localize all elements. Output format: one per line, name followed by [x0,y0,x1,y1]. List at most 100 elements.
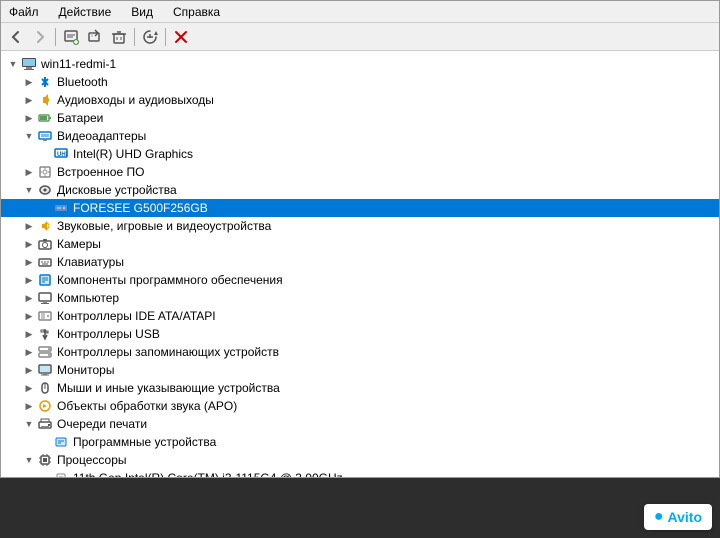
expander-firmware[interactable]: ▶ [21,164,37,180]
tree-label-intel-uhd: Intel(R) UHD Graphics [73,147,193,161]
expander-bluetooth[interactable]: ▶ [21,74,37,90]
tree-item-software-comp[interactable]: ▶ Компоненты программного обеспечения [1,271,719,289]
keyboard-icon [37,254,53,270]
menu-file[interactable]: Файл [5,4,43,20]
content-area: ▼ win11-redmi-1 ▶ [1,51,719,477]
tree-item-keyboard[interactable]: ▶ Клавиатуры [1,253,719,271]
tree-item-print-queue[interactable]: ▼ Очереди печати [1,415,719,433]
tree-label-usb: Контроллеры USB [57,327,160,341]
expander-root[interactable]: ▼ [5,56,21,72]
intel-uhd-icon: UHD [53,146,69,162]
expander-computer[interactable]: ▶ [21,290,37,306]
audio-obj-icon [37,398,53,414]
expander-sound[interactable]: ▶ [21,218,37,234]
expander-usb[interactable]: ▶ [21,326,37,342]
cpu1-icon [53,470,69,477]
print-queue-icon [37,416,53,432]
audio-icon [37,92,53,108]
tree-item-ide[interactable]: ▶ Контроллеры IDE ATA/ATAPI [1,307,719,325]
expander-cameras[interactable]: ▶ [21,236,37,252]
software-comp-icon [37,272,53,288]
tree-label-bluetooth: Bluetooth [57,75,108,89]
toolbar-separator-1 [55,28,56,46]
tree-item-sound[interactable]: ▶ Звуковые, игровые и видеоустройства [1,217,719,235]
expander-disk-drives[interactable]: ▼ [21,182,37,198]
tree-item-computer[interactable]: ▶ Компьютер [1,289,719,307]
toolbar-separator-3 [165,28,166,46]
tree-item-mice[interactable]: ▶ Мыши и иные указывающие устройства [1,379,719,397]
cancel-button[interactable] [170,26,192,48]
back-button[interactable] [5,26,27,48]
expander-ide[interactable]: ▶ [21,308,37,324]
cpu-icon [37,452,53,468]
tree-item-root[interactable]: ▼ win11-redmi-1 [1,55,719,73]
tree-label-cameras: Камеры [57,237,101,251]
expander-mice[interactable]: ▶ [21,380,37,396]
tree-label-software-comp: Компоненты программного обеспечения [57,273,283,287]
tree-item-monitors[interactable]: ▶ Мониторы [1,361,719,379]
tree-item-firmware[interactable]: ▶ Встроенное ПО [1,163,719,181]
avito-watermark: ● Avito [644,504,712,530]
expander-processors[interactable]: ▼ [21,452,37,468]
uninstall-button[interactable] [108,26,130,48]
tree-item-usb[interactable]: ▶ Контроллеры USB [1,325,719,343]
disk-drives-icon [37,182,53,198]
expander-battery[interactable]: ▶ [21,110,37,126]
tree-label-firmware: Встроенное ПО [57,165,144,179]
tree-item-intel-uhd[interactable]: ▶ UHD Intel(R) UHD Graphics [1,145,719,163]
menu-help[interactable]: Справка [169,4,224,20]
tree-item-processors[interactable]: ▼ Процессоры [1,451,719,469]
tree-label-monitors: Мониторы [57,363,114,377]
tree-item-audio-io[interactable]: ▶ Аудиовходы и аудиовыходы [1,91,719,109]
tree-item-cameras[interactable]: ▶ Камеры [1,235,719,253]
forward-button[interactable] [29,26,51,48]
tree-label-keyboard: Клавиатуры [57,255,124,269]
expander-video[interactable]: ▼ [21,128,37,144]
storage-ctrl-icon [37,344,53,360]
tree-item-disk-drives[interactable]: ▼ Дисковые устройства [1,181,719,199]
tree-label-disk-drives: Дисковые устройства [57,183,177,197]
monitor-icon [37,362,53,378]
video-adapter-icon [37,128,53,144]
tree-label-ide: Контроллеры IDE ATA/ATAPI [57,309,216,323]
tree-label-foresee: FORESEE G500F256GB [73,201,208,215]
toolbar [1,23,719,51]
tree-label-video: Видеоадаптеры [57,129,146,143]
menu-view[interactable]: Вид [127,4,157,20]
battery-icon [37,110,53,126]
expander-storage-ctrl[interactable]: ▶ [21,344,37,360]
properties-button[interactable] [60,26,82,48]
toolbar-separator-2 [134,28,135,46]
bluetooth-icon [37,74,53,90]
tree-label-mice: Мыши и иные указывающие устройства [57,381,280,395]
print-devices-icon [53,434,69,450]
tree-item-print-devices[interactable]: ▶ Программные устройства [1,433,719,451]
tree-item-foresee[interactable]: ▶ FORESEE G500F256GB [1,199,719,217]
tree-item-cpu1[interactable]: ▶ 11th Gen Intel(R) Core(TM) i3-1115G4 @… [1,469,719,477]
tree-item-battery[interactable]: ▶ Батареи [1,109,719,127]
expander-monitors[interactable]: ▶ [21,362,37,378]
tree-label-cpu1: 11th Gen Intel(R) Core(TM) i3-1115G4 @ 3… [73,471,343,477]
camera-icon [37,236,53,252]
expander-software-comp[interactable]: ▶ [21,272,37,288]
firmware-icon [37,164,53,180]
scan-button[interactable] [139,26,161,48]
tree-label-battery: Батареи [57,111,103,125]
tree-label-storage-ctrl: Контроллеры запоминающих устройств [57,345,279,359]
expander-audio-io[interactable]: ▶ [21,92,37,108]
tree-item-audio-obj[interactable]: ▶ Объекты обработки звука (APO) [1,397,719,415]
tree-view[interactable]: ▼ win11-redmi-1 ▶ [1,51,719,477]
mouse-icon [37,380,53,396]
tree-item-bluetooth[interactable]: ▶ Bluetooth [1,73,719,91]
tree-label-sound: Звуковые, игровые и видеоустройства [57,219,271,233]
expander-keyboard[interactable]: ▶ [21,254,37,270]
menu-bar: Файл Действие Вид Справка [1,1,719,23]
expander-print-queue[interactable]: ▼ [21,416,37,432]
update-driver-button[interactable] [84,26,106,48]
expander-audio-obj[interactable]: ▶ [21,398,37,414]
tree-item-storage-ctrl[interactable]: ▶ Контроллеры запоминающих устройств [1,343,719,361]
menu-action[interactable]: Действие [55,4,116,20]
sound-icon [37,218,53,234]
tree-item-video[interactable]: ▼ Видеоадаптеры [1,127,719,145]
usb-icon [37,326,53,342]
